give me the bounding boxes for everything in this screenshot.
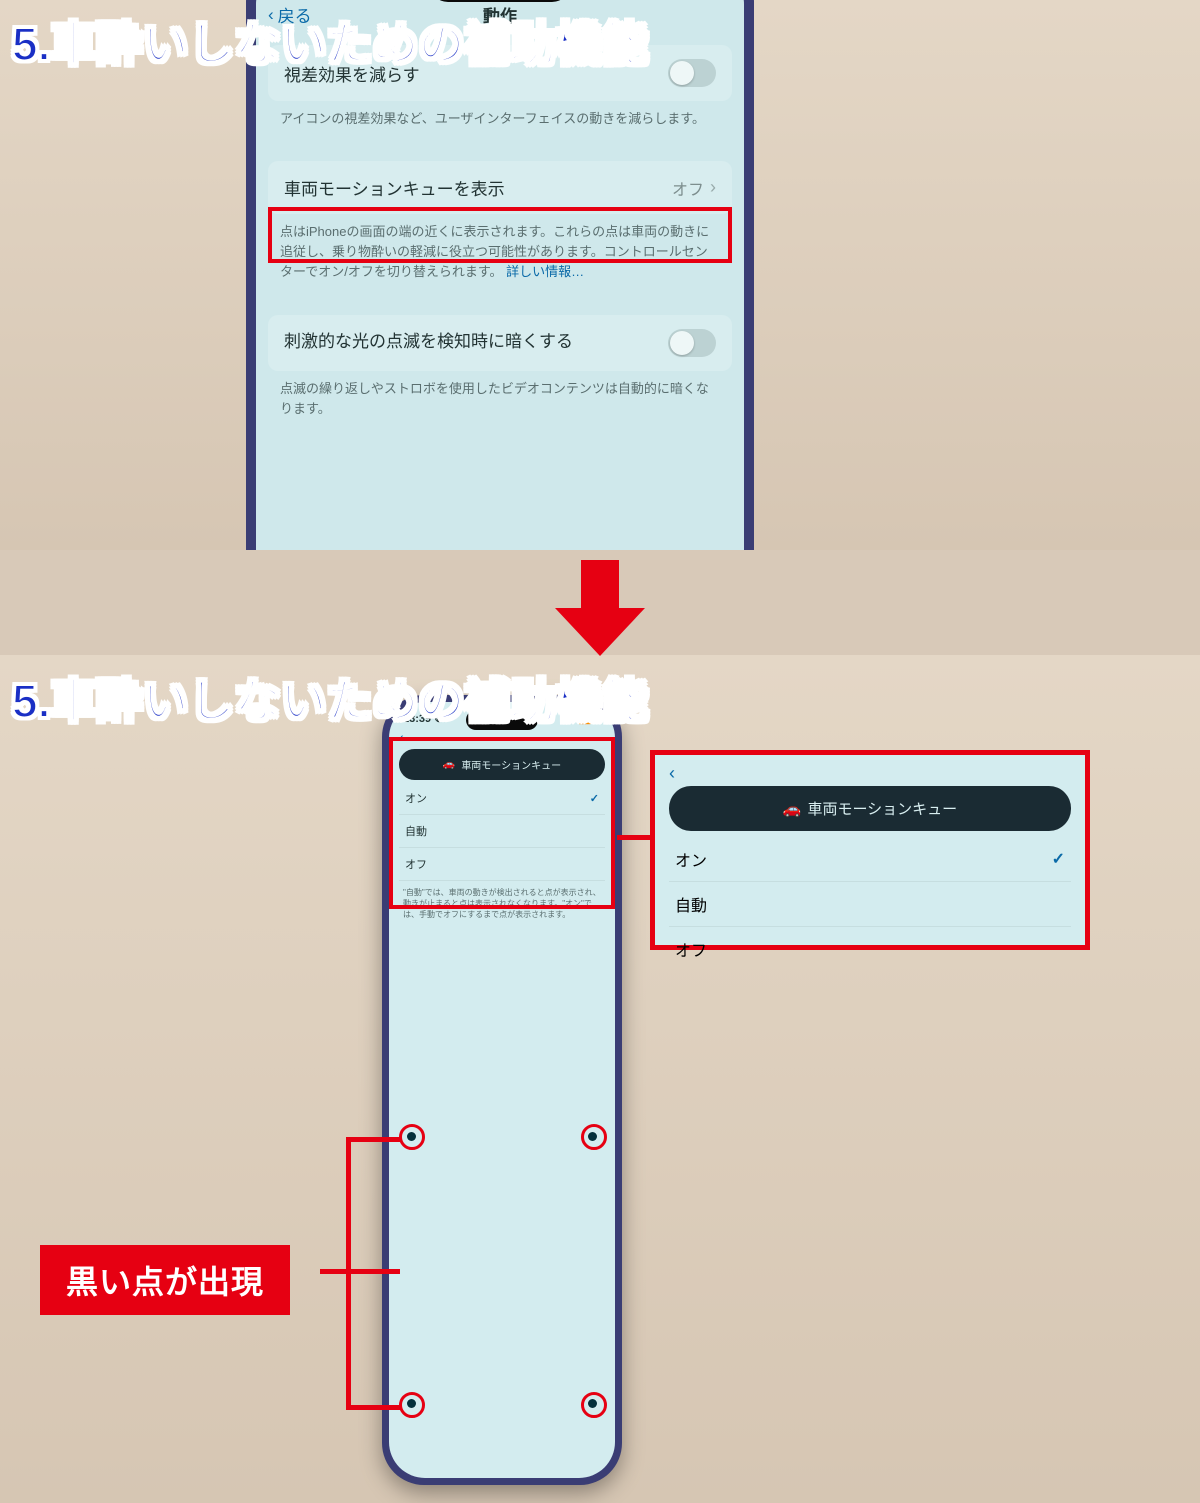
toggle-dim-flashing[interactable] [668, 329, 716, 357]
row-detail: オフ › [672, 176, 716, 200]
phone-top-screen: 13:39 ☾ ‹ 戻る 動作 視差効果を減らす アイコンの視差効果など、ユーザ… [256, 0, 744, 550]
connector-line [617, 835, 650, 840]
option-auto[interactable]: 自動 [669, 882, 1071, 927]
option-off[interactable]: オフ [399, 848, 605, 881]
option-on[interactable]: オン ✓ [669, 837, 1071, 882]
caption-label: 黒い点が出現 [40, 1245, 290, 1315]
row-vehicle-motion-footer: 点はiPhoneの画面の端の近くに表示されます。これらの点は車両の動きに追従し、… [256, 214, 744, 296]
chevron-right-icon: › [710, 177, 716, 198]
more-info-link[interactable]: 詳しい情報… [506, 264, 584, 279]
motion-cue-dot [407, 1132, 416, 1141]
car-icon: 🚗 [443, 759, 455, 770]
motion-cue-dot [588, 1132, 597, 1141]
checkmark-icon: ✓ [590, 792, 599, 805]
motion-cue-dot [407, 1399, 416, 1408]
row-vehicle-motion-cues[interactable]: 車両モーションキューを表示 オフ › [268, 161, 732, 214]
connector-line [320, 1269, 400, 1274]
row-dim-flashing-footer: 点滅の繰り返しやストロボを使用したビデオコンテンツは自動的に暗くなります。 [256, 371, 744, 433]
phone-bottom-screen: 13:39 ☾ 📶 ▮ ‹ 🚗 車両モーションキュー オン ✓ 自動 オフ "自… [389, 702, 615, 1478]
row-dim-flashing[interactable]: 刺激的な光の点滅を検知時に暗くする [268, 315, 732, 371]
option-auto[interactable]: 自動 [399, 815, 605, 848]
options-footer: "自動"では、車両の動きが検出されると点が表示され、動きが止まると点は表示されな… [389, 881, 615, 927]
row-label: 車両モーションキューを表示 [284, 175, 505, 200]
toggle-reduce-motion[interactable] [668, 59, 716, 87]
overlay-title-top: 5.車酔いしないための補助機能 [12, 8, 648, 74]
car-icon: 🚗 [783, 800, 802, 818]
header-pill: 🚗 車両モーションキュー [669, 786, 1071, 831]
down-arrow-icon [545, 560, 655, 660]
phone-top-frame: 13:39 ☾ ‹ 戻る 動作 視差効果を減らす アイコンの視差効果など、ユーザ… [246, 0, 754, 550]
row-reduce-motion-footer: アイコンの視差効果など、ユーザインターフェイスの動きを減らします。 [256, 101, 744, 143]
motion-cue-dot [588, 1399, 597, 1408]
top-panel: 13:39 ☾ ‹ 戻る 動作 視差効果を減らす アイコンの視差効果など、ユーザ… [0, 0, 1200, 550]
connector-line [350, 1405, 400, 1410]
pill-label: 車両モーションキュー [807, 798, 957, 819]
row-value: オフ [672, 176, 704, 200]
connector-line [346, 1137, 351, 1410]
bottom-panel: 13:39 ☾ 📶 ▮ ‹ 🚗 車両モーションキュー オン ✓ 自動 オフ "自… [0, 655, 1200, 1503]
option-on[interactable]: オン ✓ [399, 782, 605, 815]
phone-bottom-frame: 13:39 ☾ 📶 ▮ ‹ 🚗 車両モーションキュー オン ✓ 自動 オフ "自… [382, 695, 622, 1485]
back-button[interactable]: ‹ [389, 729, 414, 745]
connector-line [350, 1137, 400, 1142]
callout-zoom: ‹ 🚗 車両モーションキュー オン ✓ 自動 オフ [650, 750, 1090, 950]
header-pill: 🚗 車両モーションキュー [399, 749, 605, 780]
back-button[interactable]: ‹ [669, 763, 675, 787]
row-label: 刺激的な光の点滅を検知時に暗くする [284, 331, 573, 354]
checkmark-icon: ✓ [1052, 849, 1065, 869]
option-off[interactable]: オフ [669, 927, 1071, 971]
overlay-title-bottom: 5.車酔いしないための補助機能 [12, 665, 648, 731]
pill-label: 車両モーションキュー [461, 757, 561, 772]
